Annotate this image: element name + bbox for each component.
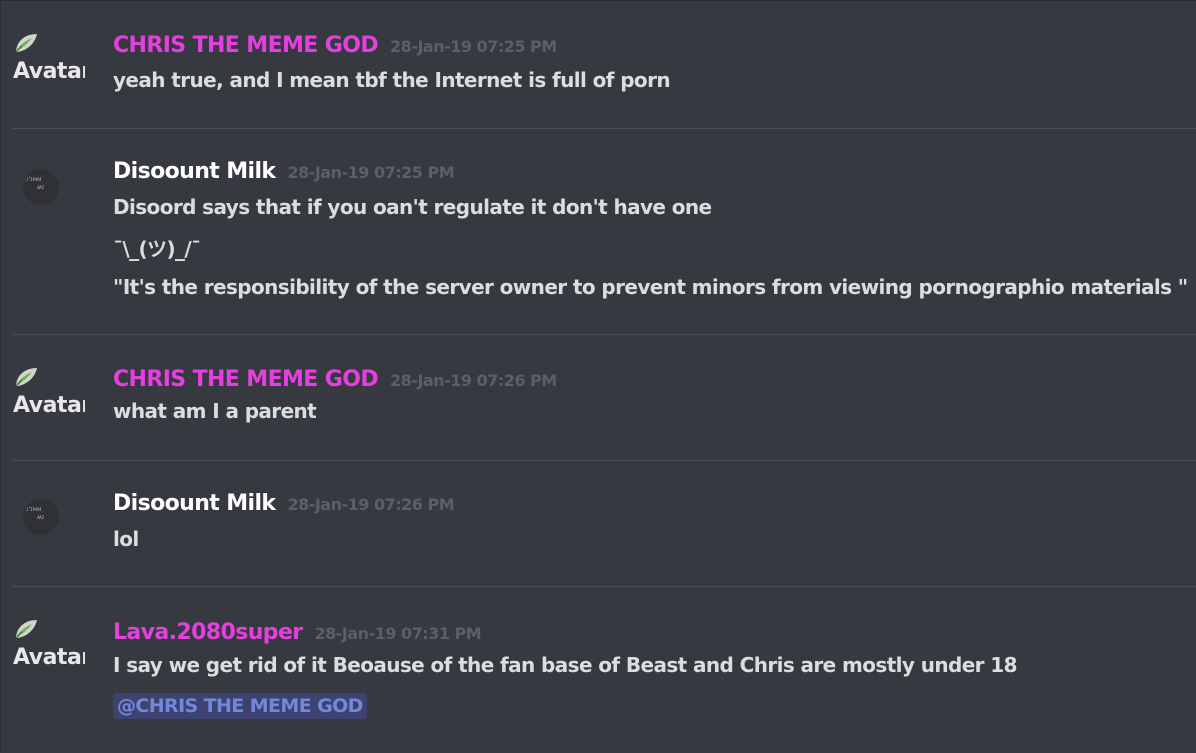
svg-text:ʍɪ: ʍɪ [37, 184, 44, 191]
message-4: .ı'ɪᴍᴍ ʍɪ Disoount Milk 28-Jan-19 07:26 … [1, 461, 1196, 586]
username[interactable]: Disoount Milk [113, 491, 276, 516]
message-text-shrug: ¯\_(ツ)_/¯ [113, 237, 201, 261]
svg-text:.ı'ɪᴍᴍ: .ı'ɪᴍᴍ [25, 176, 42, 183]
message-header: CHRIS THE MEME GOD 28-Jan-19 07:26 PM [113, 367, 557, 392]
broken-image-icon [15, 368, 37, 387]
avatar-alt-text: Avatar [13, 59, 85, 84]
timestamp: 28-Jan-19 07:26 PM [390, 371, 557, 390]
avatar-chris-1[interactable]: Avatar [11, 31, 91, 91]
message-text: "It's the responsibility of the server o… [113, 275, 1188, 299]
milk-avatar-icon: .ı'ɪᴍᴍ ʍɪ [23, 169, 59, 205]
avatar-milk-1[interactable]: .ı'ɪᴍᴍ ʍɪ [11, 167, 71, 207]
broken-image-icon [15, 620, 37, 639]
message-header: Disoount Milk 28-Jan-19 07:25 PM [113, 159, 455, 184]
avatar-milk-2[interactable]: .ı'ɪᴍᴍ ʍɪ [11, 497, 71, 537]
milk-avatar-icon: .ı'ɪᴍᴍ ʍɪ [23, 499, 59, 535]
username[interactable]: CHRIS THE MEME GOD [113, 33, 379, 58]
message-3: Avatar CHRIS THE MEME GOD 28-Jan-19 07:2… [1, 335, 1196, 460]
message-5: Avatar Lava.2080super 28-Jan-19 07:31 PM… [1, 587, 1196, 753]
message-text: Disoord says that if you oan't regulate … [113, 195, 712, 219]
message-2: .ı'ɪᴍᴍ ʍɪ Disoount Milk 28-Jan-19 07:25 … [1, 129, 1196, 334]
avatar-alt-text: Avatar [13, 393, 85, 418]
broken-image-icon [15, 34, 37, 53]
avatar-chris-2[interactable]: Avatar [11, 365, 91, 425]
user-mention[interactable]: @CHRIS THE MEME GOD [113, 693, 367, 719]
message-text: I say we get rid of it Beoause of the fa… [113, 653, 1018, 677]
avatar-alt-text: Avatar [13, 645, 85, 670]
message-text: yeah true, and I mean tbf the Internet i… [113, 68, 671, 92]
svg-text:ʍɪ: ʍɪ [37, 514, 44, 521]
username[interactable]: CHRIS THE MEME GOD [113, 367, 379, 392]
timestamp: 28-Jan-19 07:25 PM [287, 163, 455, 182]
message-text: lol [113, 527, 139, 551]
timestamp: 28-Jan-19 07:26 PM [287, 495, 455, 514]
message-1: Avatar CHRIS THE MEME GOD 28-Jan-19 07:2… [1, 1, 1196, 129]
timestamp: 28-Jan-19 07:31 PM [314, 624, 482, 643]
message-header: Lava.2080super 28-Jan-19 07:31 PM [113, 620, 482, 645]
avatar-lava[interactable]: Avatar [11, 617, 91, 677]
message-header: CHRIS THE MEME GOD 28-Jan-19 07:25 PM [113, 33, 557, 58]
chat-log: Avatar CHRIS THE MEME GOD 28-Jan-19 07:2… [0, 0, 1196, 752]
svg-text:.ı'ɪᴍᴍ: .ı'ɪᴍᴍ [25, 506, 42, 513]
username[interactable]: Disoount Milk [113, 159, 276, 184]
username[interactable]: Lava.2080super [113, 620, 303, 645]
message-header: Disoount Milk 28-Jan-19 07:26 PM [113, 491, 455, 516]
message-text: what am I a parent [113, 399, 317, 423]
timestamp: 28-Jan-19 07:25 PM [390, 37, 557, 56]
